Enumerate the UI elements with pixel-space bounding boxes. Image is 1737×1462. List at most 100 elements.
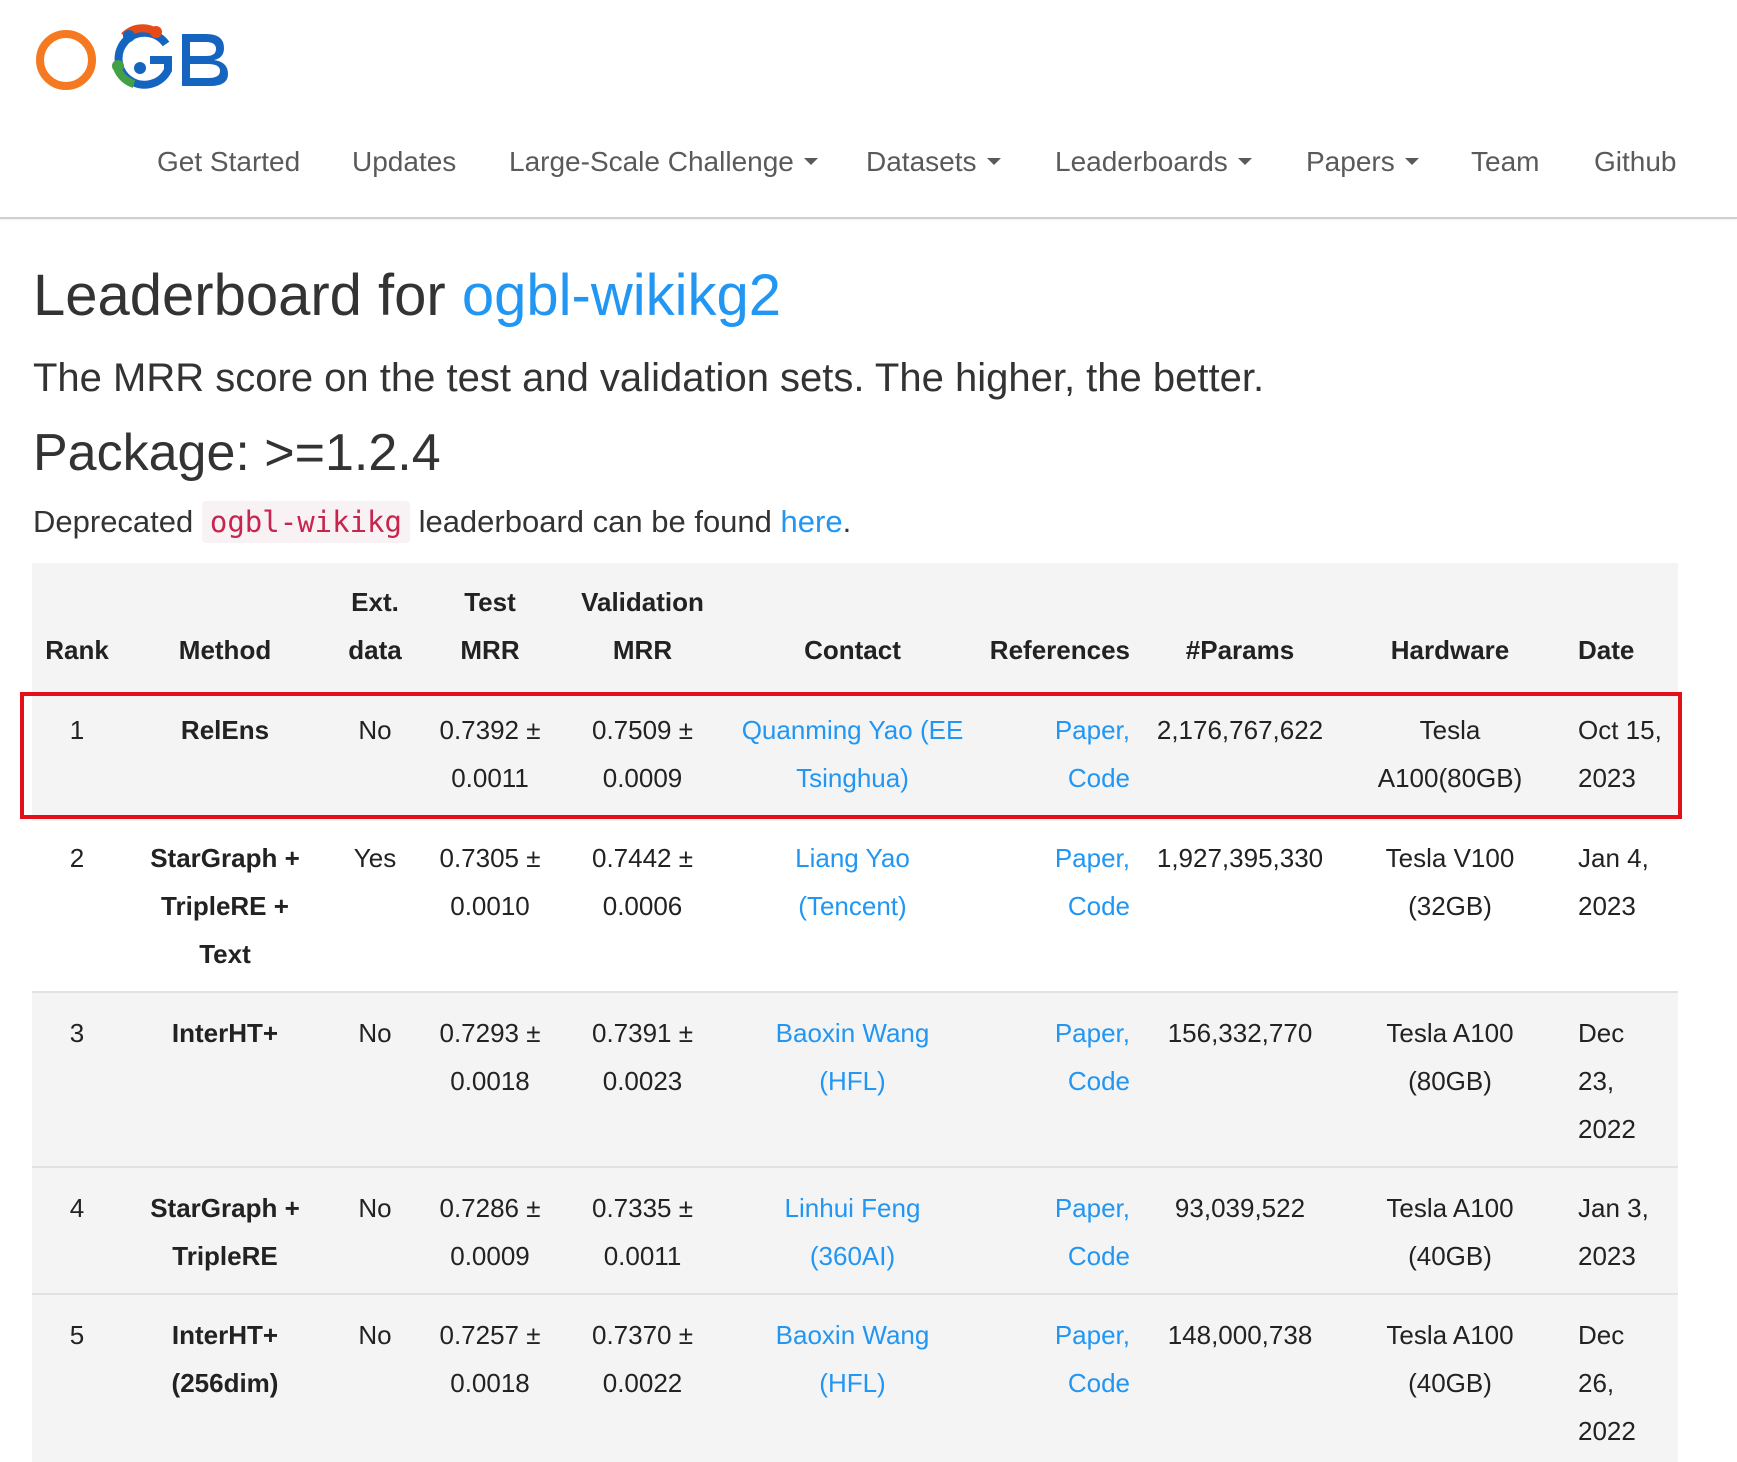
nav-large-scale-challenge[interactable]: Large-Scale Challenge — [509, 140, 818, 184]
header-test-line: Test — [464, 587, 516, 617]
header-val-line: Validation — [581, 587, 704, 617]
header-contact: Contact — [804, 635, 901, 665]
value-line: 0.0010 — [450, 891, 530, 921]
value-line: 0.0023 — [602, 1066, 683, 1096]
header-validation-mrr: Validation MRR — [570, 578, 715, 674]
hardware-line: (40GB) — [1408, 1241, 1492, 1271]
nav-datasets[interactable]: Datasets — [866, 140, 1001, 184]
deprecated-text: . — [842, 504, 852, 539]
value-line: 0.7293 ± — [439, 1018, 541, 1048]
deprecated-text: Deprecated — [33, 504, 202, 539]
nav-team[interactable]: Team — [1471, 140, 1539, 184]
row-divider — [32, 1166, 1678, 1168]
header-ext-line: data — [348, 635, 402, 665]
nav-label: Large-Scale Challenge — [509, 146, 794, 177]
nav-updates[interactable]: Updates — [352, 140, 456, 184]
row-validation-mrr: 0.7335 ± 0.0011 — [570, 1184, 715, 1280]
paper-link[interactable]: Paper, — [985, 1184, 1130, 1232]
paper-link[interactable]: Paper, — [985, 1311, 1130, 1359]
header-test-mrr: Test MRR — [430, 578, 550, 674]
deprecated-here-link[interactable]: here — [781, 504, 843, 539]
page-subtitle: The MRR score on the test and validation… — [33, 356, 1265, 400]
code-link[interactable]: Code — [985, 882, 1130, 930]
contact-line: Baoxin Wang — [775, 1018, 930, 1048]
paper-link[interactable]: Paper, — [985, 834, 1130, 882]
method-line: StarGraph + — [150, 843, 300, 873]
hardware-line: Tesla V100 — [1385, 843, 1515, 873]
method-line: TripleRE — [172, 1241, 278, 1271]
hardware-line: Tesla A100 — [1386, 1320, 1514, 1350]
code-link[interactable]: Code — [985, 1057, 1130, 1105]
method-line: StarGraph + — [150, 1193, 300, 1223]
method-line: InterHT+ — [171, 1320, 279, 1350]
row-rank: 3 — [69, 1018, 85, 1048]
caret-down-icon — [986, 158, 1001, 166]
highlight-box — [20, 692, 1682, 819]
deprecated-text: leaderboard can be found — [409, 504, 781, 539]
caret-down-icon — [1237, 158, 1252, 166]
dataset-link[interactable]: ogbl-wikikg2 — [462, 263, 781, 328]
value-line: 0.7286 ± — [439, 1193, 541, 1223]
nav-label: Get Started — [157, 146, 301, 177]
row-rank: 5 — [69, 1320, 85, 1350]
contact-line: Linhui Feng — [784, 1193, 921, 1223]
hardware-line: (32GB) — [1408, 891, 1492, 921]
header-references: References — [989, 635, 1130, 665]
paper-link[interactable]: Paper, — [985, 1009, 1130, 1057]
row-rank: 4 — [69, 1193, 85, 1223]
row-contact-link[interactable]: Liang Yao (Tencent) — [730, 834, 975, 930]
nav-label: Papers — [1306, 146, 1395, 177]
nav-leaderboards[interactable]: Leaderboards — [1055, 140, 1252, 184]
row-contact-link[interactable]: Baoxin Wang (HFL) — [730, 1009, 975, 1105]
date-line: Dec — [1578, 1018, 1625, 1048]
value-line: 0.0009 — [450, 1241, 530, 1271]
hardware-line: (80GB) — [1408, 1066, 1492, 1096]
date-line: 2023 — [1578, 1241, 1636, 1271]
nav-github[interactable]: Github — [1594, 140, 1677, 184]
date-line: Jan 4, — [1578, 843, 1649, 873]
row-references: Paper, Code — [985, 1311, 1130, 1407]
row-test-mrr: 0.7286 ± 0.0009 — [430, 1184, 550, 1280]
header-test-line: MRR — [460, 635, 520, 665]
row-validation-mrr: 0.7370 ± 0.0022 — [570, 1311, 715, 1407]
row-hardware: Tesla V100 (32GB) — [1360, 834, 1540, 930]
row-contact-link[interactable]: Linhui Feng (360AI) — [730, 1184, 975, 1280]
row-method: InterHT+ — [145, 1009, 305, 1057]
value-line: 0.7257 ± — [439, 1320, 541, 1350]
ogb-logo[interactable] — [34, 14, 254, 94]
date-line: Dec — [1578, 1320, 1625, 1350]
contact-line: (Tencent) — [798, 891, 907, 921]
code-link[interactable]: Code — [985, 1232, 1130, 1280]
hardware-line: (40GB) — [1408, 1368, 1492, 1398]
value-line: 0.7370 ± — [591, 1320, 694, 1350]
row-divider — [32, 1293, 1678, 1295]
nav-get-started[interactable]: Get Started — [157, 140, 300, 184]
method-line: (256dim) — [171, 1368, 279, 1398]
nav-papers[interactable]: Papers — [1306, 140, 1419, 184]
value-line: 0.7305 ± — [439, 843, 541, 873]
ogb-logo-icon — [36, 24, 228, 90]
value-line: 0.0006 — [602, 891, 683, 921]
value-line: 0.0011 — [603, 1241, 682, 1271]
row-hardware: Tesla A100 (40GB) — [1360, 1184, 1540, 1280]
row-test-mrr: 0.7257 ± 0.0018 — [430, 1311, 550, 1407]
date-line: Jan 3, — [1578, 1193, 1649, 1223]
header-ext-line: Ext. — [351, 587, 399, 617]
deprecated-note: Deprecated ogbl-wikikg leaderboard can b… — [33, 500, 851, 544]
nav-label: Github — [1594, 146, 1677, 177]
row-contact-link[interactable]: Baoxin Wang (HFL) — [730, 1311, 975, 1407]
page: Get Started Updates Large-Scale Challeng… — [0, 0, 1737, 1462]
contact-line: (360AI) — [809, 1241, 896, 1271]
row-params: 156,332,770 — [1167, 1018, 1313, 1048]
header-val-line: MRR — [612, 635, 673, 665]
code-link[interactable]: Code — [985, 1359, 1130, 1407]
method-line: Text — [199, 939, 251, 969]
row-ext-data: No — [358, 1193, 392, 1223]
title-prefix: Leaderboard for — [33, 263, 462, 328]
nav-label: Leaderboards — [1055, 146, 1228, 177]
header-ext: Ext. data — [325, 578, 425, 674]
contact-line: (HFL) — [819, 1368, 886, 1398]
row-date: Dec 23, 2022 — [1578, 1009, 1678, 1153]
nav-label: Team — [1471, 146, 1540, 177]
row-test-mrr: 0.7293 ± 0.0018 — [430, 1009, 550, 1105]
